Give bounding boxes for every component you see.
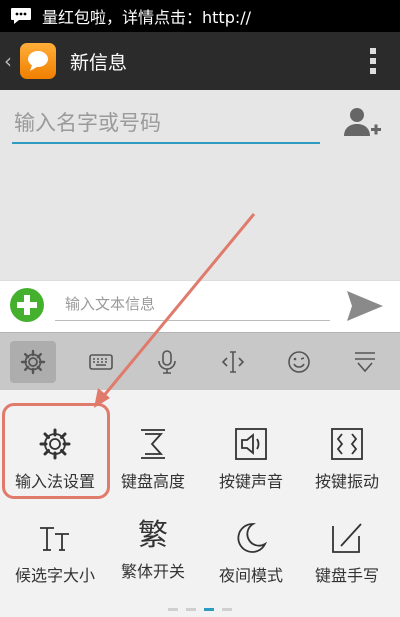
handwriting-label: 键盘手写 (314, 566, 379, 585)
page-dot (222, 608, 232, 611)
night-mode-label: 夜间模式 (218, 566, 283, 585)
collapse-icon (355, 352, 375, 373)
cursor-icon (221, 351, 245, 373)
speech-bubble-icon (28, 51, 48, 71)
page-title: 新信息 (70, 51, 128, 74)
message-input[interactable] (55, 287, 330, 321)
toolbar-emoji-button[interactable] (276, 341, 322, 383)
vibrate-icon (331, 428, 363, 460)
gear-icon (20, 349, 46, 375)
traditional-chinese-icon: 繁 (138, 518, 168, 553)
compose-row (0, 280, 400, 332)
annotation-highlight-box (2, 403, 110, 499)
status-bar: 量红包啦，详情点击：http:// (0, 0, 400, 32)
candidate-size-label: 候选字大小 (14, 566, 95, 585)
overflow-menu-icon[interactable] (370, 48, 376, 74)
add-contact-icon[interactable] (342, 106, 382, 142)
keyboard-height-button[interactable]: 键盘高度 (104, 400, 202, 498)
chevron-left-icon[interactable]: ‹ (4, 49, 18, 73)
toolbar-cursor-button[interactable] (210, 341, 256, 383)
send-icon[interactable] (345, 289, 385, 323)
recipient-input[interactable] (12, 104, 320, 144)
keyboard-icon (89, 354, 113, 370)
emoji-icon (288, 351, 310, 373)
key-vibrate-button[interactable]: 按键振动 (298, 400, 396, 498)
chat-bubble-icon (11, 8, 31, 24)
candidate-size-button[interactable]: 候选字大小 (6, 494, 104, 592)
moon-icon (237, 523, 268, 553)
page-dot-current (204, 608, 214, 611)
page-dot (186, 608, 196, 611)
toolbar-settings-button[interactable] (10, 341, 56, 383)
toolbar-keyboard-button[interactable] (78, 341, 124, 383)
speaker-icon (235, 428, 267, 460)
toolbar-voice-button[interactable] (144, 341, 190, 383)
plus-circle-icon[interactable] (10, 288, 44, 322)
night-mode-button[interactable]: 夜间模式 (202, 494, 300, 592)
message-app-icon[interactable] (20, 43, 56, 79)
traditional-toggle-label: 繁体开关 (120, 562, 185, 581)
key-sound-label: 按键声音 (218, 472, 283, 491)
notification-text: 量红包啦，详情点击：http:// (42, 8, 252, 27)
text-size-icon (40, 527, 69, 551)
page-indicator (168, 608, 232, 611)
page-dot (168, 608, 178, 611)
keyboard-height-icon (141, 429, 165, 459)
toolbar-collapse-button[interactable] (342, 341, 388, 383)
key-vibrate-label: 按键振动 (314, 472, 379, 491)
microphone-icon (158, 350, 176, 374)
traditional-toggle-button[interactable]: 繁 繁体开关 (104, 494, 202, 592)
handwriting-button[interactable]: 键盘手写 (298, 494, 396, 592)
keyboard-height-label: 键盘高度 (120, 472, 185, 491)
key-sound-button[interactable]: 按键声音 (202, 400, 300, 498)
keyboard-toolbar (0, 332, 400, 390)
handwriting-icon (332, 523, 362, 553)
action-bar: ‹ 新信息 (0, 32, 400, 90)
